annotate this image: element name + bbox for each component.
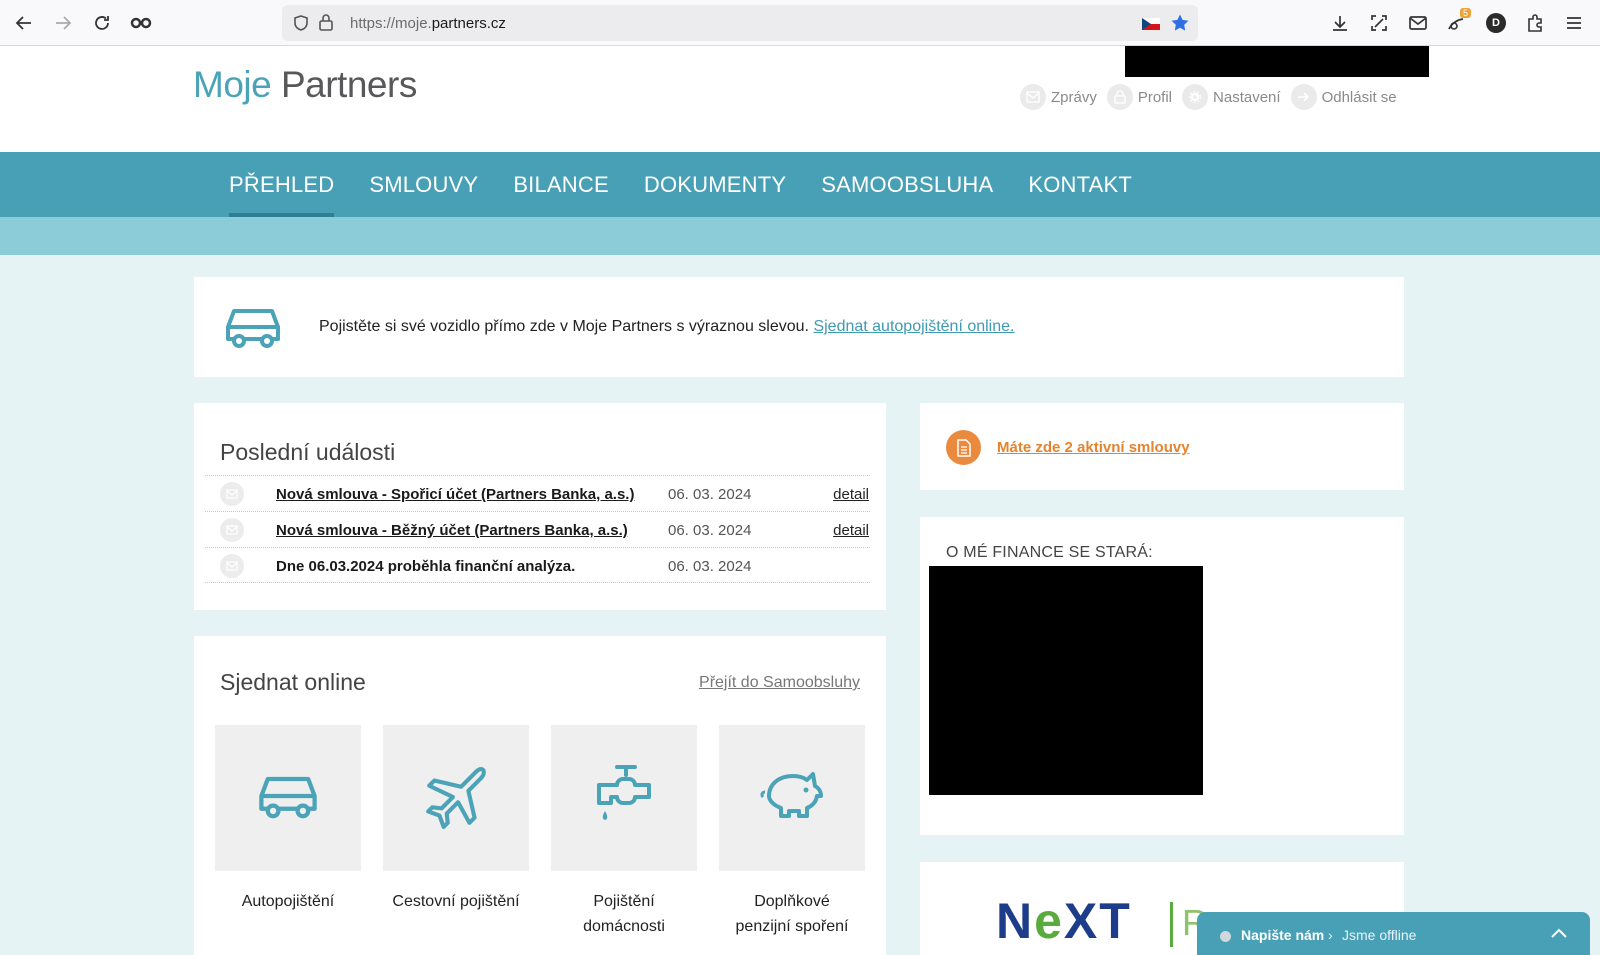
czech-flag-icon[interactable] — [1142, 17, 1160, 35]
event-title-link[interactable]: Nová smlouva - Běžný účet (Partners Bank… — [276, 522, 628, 539]
nav-overview[interactable]: PŘEHLED — [229, 152, 335, 217]
event-detail-link[interactable]: detail — [833, 486, 869, 503]
arrow-right-icon — [1290, 84, 1317, 110]
advisor-label: O MÉ FINANCE SE STARÁ: — [946, 544, 1153, 561]
envelope-icon — [220, 518, 244, 542]
event-row: Nová smlouva - Běžný účet (Partners Bank… — [205, 511, 870, 547]
nav-documents[interactable]: DOKUMENTY — [644, 152, 786, 217]
event-title: Dne 06.03.2024 proběhla finanční analýza… — [276, 558, 576, 575]
online-title: Sjednat online — [220, 669, 366, 695]
goto-selfservice-link[interactable]: Přejít do Samoobsluhy — [699, 674, 860, 692]
nav-balance[interactable]: BILANCE — [513, 152, 609, 217]
nav-contact[interactable]: KONTAKT — [1028, 152, 1132, 217]
envelope-icon — [1020, 84, 1046, 110]
profile-link[interactable]: Profil — [1106, 84, 1172, 110]
menu-hamburger-icon[interactable] — [1562, 11, 1586, 35]
tile-travel-insurance[interactable] — [383, 725, 529, 871]
car-icon — [255, 772, 321, 825]
sub-navigation-bar — [0, 217, 1600, 255]
logout-link[interactable]: Odhlásit se — [1290, 84, 1397, 110]
event-title-link[interactable]: Nová smlouva - Spořicí účet (Partners Ba… — [276, 486, 634, 503]
event-row: Nová smlouva - Spořicí účet (Partners Ba… — [205, 475, 870, 511]
tile-label: Autopojištění — [241, 893, 335, 910]
nav-selfservice[interactable]: SAMOOBSLUHA — [821, 152, 993, 217]
event-row: Dne 06.03.2024 proběhla finanční analýza… — [205, 547, 870, 583]
order-online-panel: Sjednat online Přejít do Samoobsluhy Aut… — [194, 636, 886, 955]
mail-icon[interactable] — [1406, 11, 1430, 35]
nav-contracts[interactable]: SMLOUVY — [369, 152, 478, 217]
forward-icon[interactable] — [51, 11, 75, 35]
active-contracts-link[interactable]: Máte zde 2 aktivní smlouvy — [997, 439, 1190, 456]
redacted-user-name — [1125, 46, 1429, 77]
extensions-puzzle-icon[interactable] — [1523, 11, 1547, 35]
bookmark-star-icon[interactable] — [1170, 13, 1190, 38]
event-date: 06. 03. 2024 — [668, 486, 752, 503]
private-mask-icon[interactable] — [129, 11, 153, 35]
tile-label: Cestovní pojištění — [392, 893, 520, 910]
url-bar[interactable]: https://moje.partners.cz — [282, 5, 1198, 41]
active-contracts-panel: Máte zde 2 aktivní smlouvy — [920, 403, 1404, 490]
gear-icon — [1182, 84, 1209, 110]
recent-events-panel: Poslední události Nová smlouva - Spořicí… — [194, 403, 886, 610]
browser-toolbar: https://moje.partners.cz 5 D — [0, 0, 1600, 46]
promo-link[interactable]: Sjednat autopojištění online. — [813, 318, 1014, 335]
chevron-right-icon: › — [1328, 927, 1333, 943]
lock-profile-icon — [1106, 84, 1133, 110]
tile-label: Doplňkové penzijní spoření — [735, 893, 849, 935]
piggy-bank-icon — [759, 766, 825, 831]
user-links: Zprávy Profil Nastavení Odhlásit se — [1020, 84, 1397, 110]
tile-home-insurance[interactable] — [551, 725, 697, 871]
account-avatar[interactable]: D — [1484, 11, 1508, 35]
lock-icon[interactable] — [318, 13, 334, 37]
extension-badge-icon[interactable]: 5 — [1445, 8, 1471, 35]
chevron-up-icon[interactable] — [1550, 926, 1568, 944]
envelope-icon — [220, 482, 244, 506]
event-date: 06. 03. 2024 — [668, 558, 752, 575]
redacted-advisor-info — [929, 566, 1203, 795]
chat-title: Napište nám — [1241, 927, 1325, 943]
tile-label: Pojištění domácnosti — [583, 893, 665, 935]
main-navigation: PŘEHLED SMLOUVY BILANCE DOKUMENTY SAMOOB… — [0, 152, 1600, 217]
chat-widget[interactable]: Napište nám › Jsme offline — [1197, 912, 1590, 955]
tile-pension-savings[interactable] — [719, 725, 865, 871]
settings-link[interactable]: Nastavení — [1182, 84, 1281, 110]
offline-status-dot — [1220, 931, 1231, 942]
event-date: 06. 03. 2024 — [668, 522, 752, 539]
messages-link[interactable]: Zprávy — [1020, 84, 1097, 110]
url-text: https://moje.partners.cz — [350, 15, 506, 32]
advisor-panel: O MÉ FINANCE SE STARÁ: — [920, 517, 1404, 835]
promo-text: Pojistěte si své vozidlo přímo zde v Moj… — [319, 318, 1015, 335]
tile-car-insurance[interactable] — [215, 725, 361, 871]
next-logo[interactable]: NeXT — [996, 892, 1132, 950]
water-tap-icon — [593, 763, 655, 834]
document-icon — [946, 430, 981, 465]
notification-badge: 5 — [1459, 8, 1471, 18]
airplane-icon — [423, 763, 489, 834]
reload-icon[interactable] — [90, 11, 114, 35]
events-title: Poslední události — [220, 439, 396, 465]
download-icon[interactable] — [1328, 11, 1352, 35]
site-header: Moje Partners Zprávy Profil Nastavení Od… — [0, 46, 1600, 152]
event-detail-link[interactable]: detail — [833, 522, 869, 539]
back-icon[interactable] — [12, 11, 36, 35]
moje-partners-logo[interactable]: Moje Partners — [193, 64, 417, 106]
envelope-icon — [220, 554, 244, 578]
screenshot-icon[interactable] — [1367, 11, 1391, 35]
car-insurance-promo: Pojistěte si své vozidlo přímo zde v Moj… — [194, 277, 1404, 377]
chat-status: Jsme offline — [1342, 927, 1417, 943]
car-icon — [222, 305, 284, 354]
shield-icon[interactable] — [292, 14, 310, 37]
logo-divider — [1170, 902, 1173, 947]
